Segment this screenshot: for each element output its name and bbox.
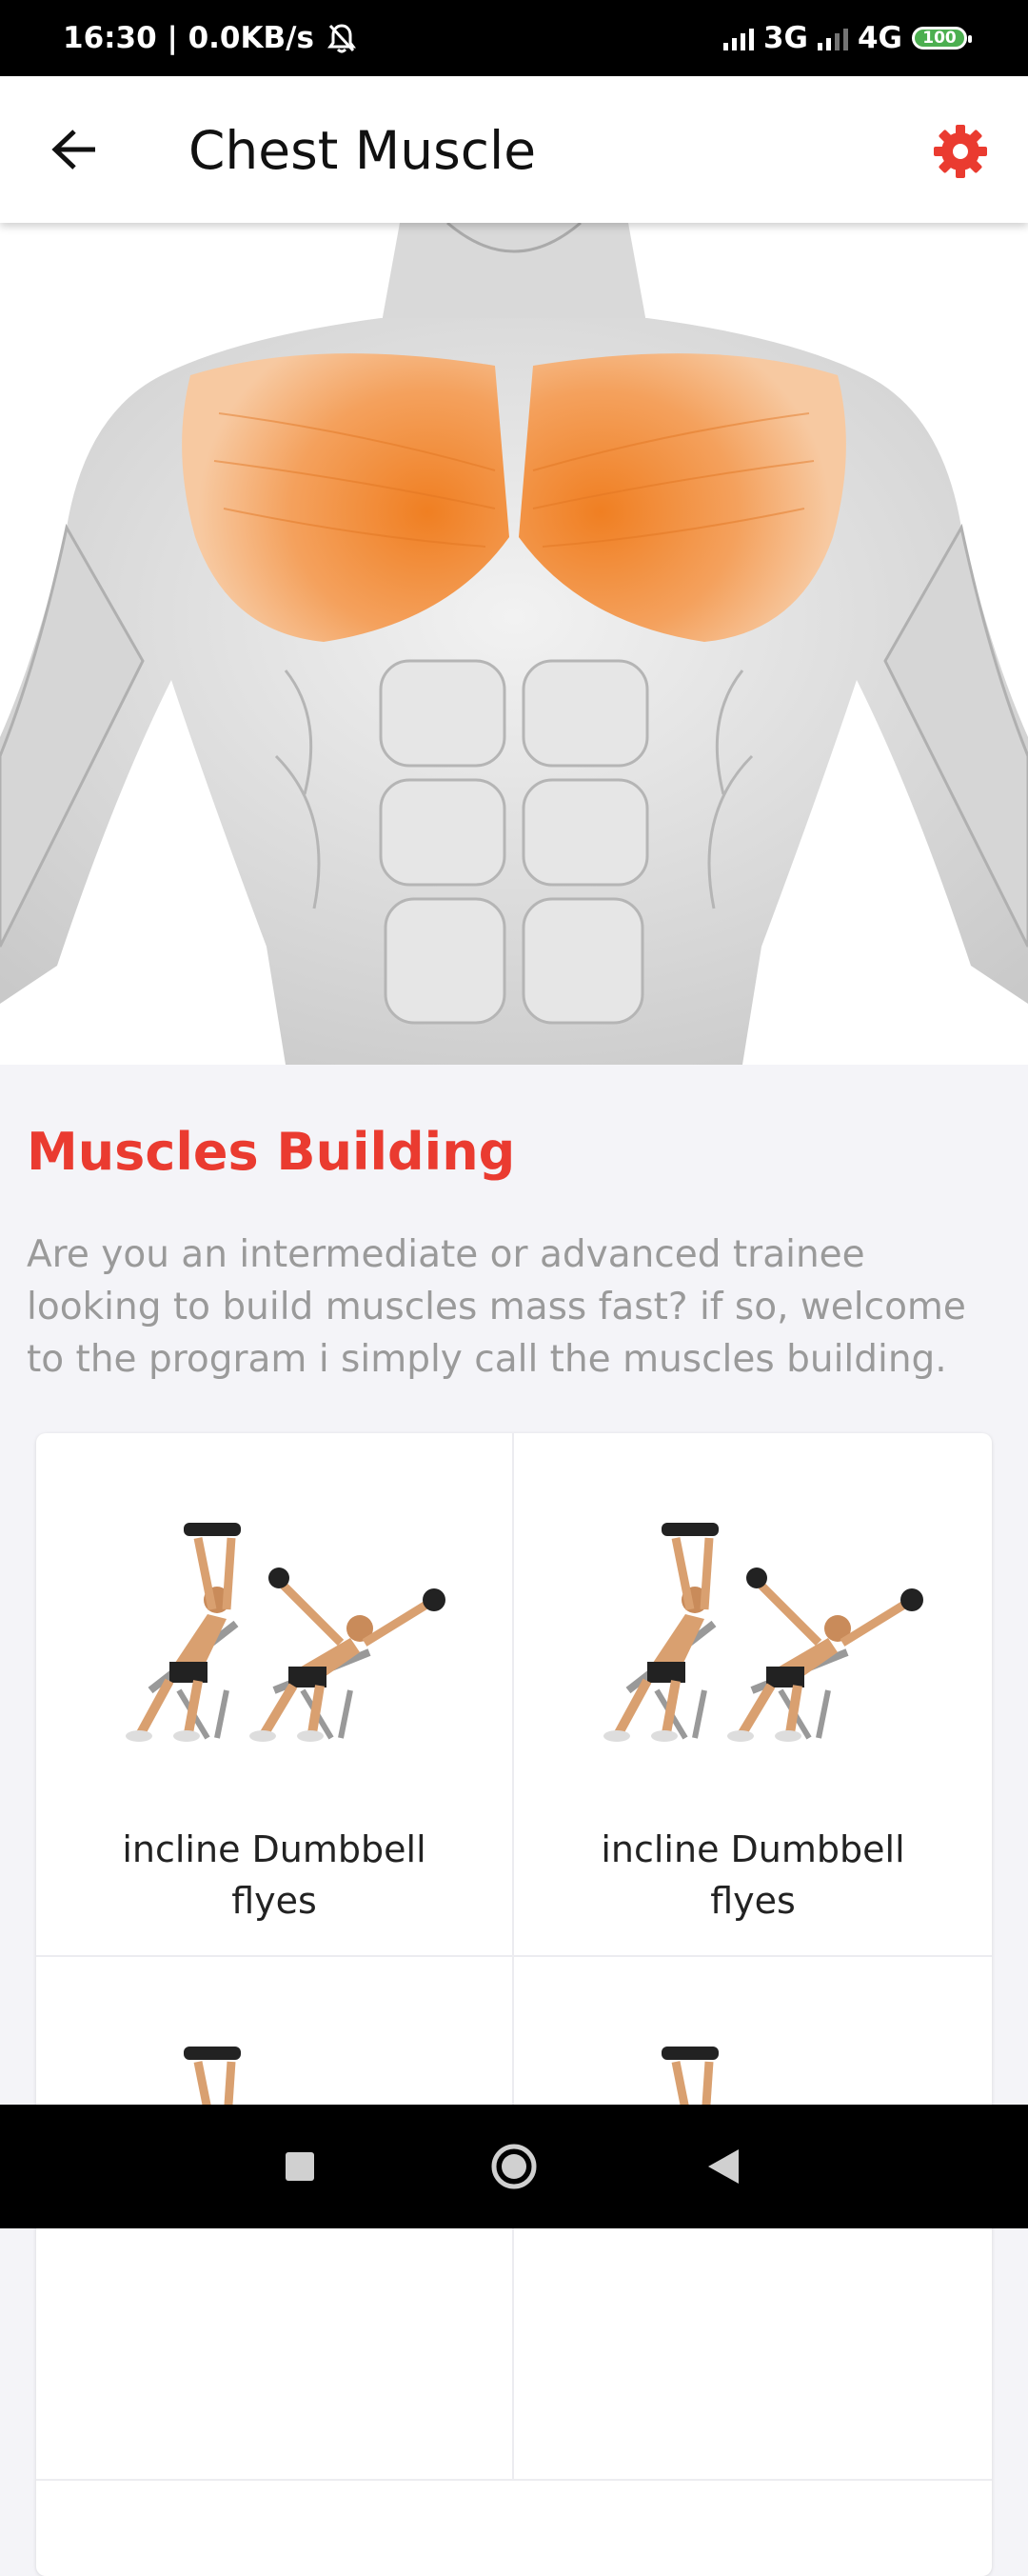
circle-icon [491,2144,537,2189]
arrow-left-icon [51,130,95,170]
status-left: 16:30 | 0.0KB/s [63,21,356,55]
torso-anatomy-image [0,223,1028,1065]
exercise-image [603,1523,923,1742]
battery-icon: 100 [912,27,972,50]
section-title: Muscles Building [27,1122,516,1182]
exercise-label: incline Dumbbell flyes [601,1828,905,1922]
section-description: Are you an intermediate or advanced trai… [27,1233,966,1381]
nav-back-button[interactable] [700,2143,747,2190]
chest-muscle-illustration [0,223,1028,1065]
exercise-card[interactable]: incline Dumbbell flyes [514,1433,992,1957]
battery-level: 100 [922,29,957,48]
exercise-image [126,1523,445,1742]
system-nav-bar [0,2105,1028,2228]
exercise-label: incline Dumbbell flyes [122,1828,426,1922]
network-4g: 4G [857,21,902,55]
signal-icon [722,26,754,50]
home-button[interactable] [490,2143,538,2190]
app-bar: Chest Muscle [0,76,1028,223]
exercise-grid: incline Dumbbell flyes incline Dumbbell … [36,1433,992,2576]
page-title: Chest Muscle [188,120,537,181]
bell-off-icon [326,24,356,53]
recent-apps-button[interactable] [276,2143,324,2190]
gear-icon [934,125,987,178]
status-bar: 16:30 | 0.0KB/s 3G 4G 100 [0,0,1028,76]
settings-button[interactable] [927,118,994,185]
status-right: 3G 4G 100 [722,21,972,55]
network-3g: 3G [762,21,808,55]
time-speed: 16:30 | 0.0KB/s [63,21,314,55]
back-button[interactable] [42,116,109,183]
signal-icon [817,26,848,50]
exercise-card[interactable]: incline Dumbbell flyes [36,1433,514,1957]
square-icon [286,2152,314,2181]
triangle-icon [708,2149,739,2184]
